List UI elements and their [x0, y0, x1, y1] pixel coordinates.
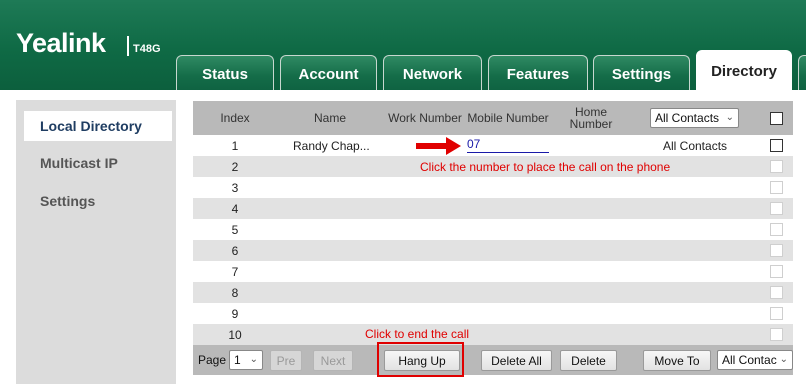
tab-network-label: Network	[402, 65, 463, 83]
move-to-select-value: All Contac	[722, 353, 777, 367]
tab-status[interactable]: Status	[176, 55, 274, 90]
table-row: 6	[193, 240, 793, 261]
mobile-number-text[interactable]: 07	[467, 137, 480, 151]
tab-features[interactable]: Features	[488, 55, 588, 90]
page-select-value: 1	[234, 353, 241, 367]
tab-overflow[interactable]	[798, 55, 806, 90]
row-checkbox[interactable]	[770, 244, 783, 257]
row-checkbox[interactable]	[770, 160, 783, 173]
table-row: 9	[193, 303, 793, 324]
chevron-down-icon: ⌄	[249, 354, 258, 365]
row-index: 5	[231, 222, 239, 237]
row-index: 2	[231, 159, 239, 174]
prev-page-button[interactable]: Pre	[270, 350, 302, 371]
row-checkbox[interactable]	[770, 181, 783, 194]
row-index: 6	[231, 243, 239, 258]
table-row: 3	[193, 177, 793, 198]
row-checkbox[interactable]	[770, 328, 783, 341]
col-work-number: Work Number	[388, 111, 462, 125]
top-header: Yealink T48G Status Account Network Feat…	[0, 0, 806, 90]
row-index: 1	[231, 138, 239, 153]
group-filter-value: All Contacts	[655, 111, 720, 125]
mobile-number-link[interactable]: 07	[467, 135, 549, 153]
move-to-button[interactable]: Move To	[643, 350, 711, 371]
tab-directory-label: Directory	[711, 62, 777, 80]
next-page-button[interactable]: Next	[313, 350, 353, 371]
table-row[interactable]: 1 Randy Chap... 07 All Contacts	[193, 135, 793, 156]
table-row: 7	[193, 261, 793, 282]
table-header: Index Name Work Number Mobile Number Hom…	[193, 101, 793, 135]
row-index: 7	[231, 264, 239, 279]
row-index: 3	[231, 180, 239, 195]
row-index: 8	[231, 285, 239, 300]
row-name: Randy Chap...	[293, 138, 370, 153]
col-index: Index	[220, 111, 250, 125]
col-name: Name	[313, 111, 346, 125]
row-checkbox[interactable]	[770, 265, 783, 278]
brand-logo: Yealink	[16, 28, 106, 58]
row-checkbox[interactable]	[770, 286, 783, 299]
row-checkbox[interactable]	[770, 307, 783, 320]
delete-button[interactable]: Delete	[560, 350, 617, 371]
row-checkbox[interactable]	[770, 139, 783, 152]
red-arrow-icon	[416, 137, 461, 155]
sidebar-item-settings[interactable]: Settings	[16, 186, 176, 216]
tab-status-label: Status	[202, 65, 248, 83]
sidebar-item-multicast-ip[interactable]: Multicast IP	[16, 148, 176, 178]
table-row: 5	[193, 219, 793, 240]
call-hint-annotation: Click the number to place the call on th…	[420, 160, 671, 174]
hang-up-highlight-box	[377, 342, 464, 377]
delete-all-button[interactable]: Delete All	[481, 350, 552, 371]
col-home-number: Home Number	[569, 105, 613, 131]
chevron-down-icon: ⌄	[779, 354, 788, 365]
tab-directory[interactable]: Directory	[696, 50, 792, 90]
tab-settings-label: Settings	[611, 65, 672, 83]
row-index: 9	[231, 306, 239, 321]
tab-settings[interactable]: Settings	[593, 55, 690, 90]
row-index: 4	[231, 201, 239, 216]
page-label: Page	[198, 353, 227, 367]
table-row: 8	[193, 282, 793, 303]
tab-network[interactable]: Network	[383, 55, 482, 90]
row-index: 10	[228, 327, 242, 342]
group-filter-select[interactable]: All Contacts ⌄	[650, 108, 739, 128]
move-to-select[interactable]: All Contac ⌄	[717, 350, 793, 370]
page-select[interactable]: 1 ⌄	[229, 350, 263, 370]
table-footer: Page 1 ⌄ Pre Next Hang Up Delete All Del…	[193, 345, 793, 375]
table-row: 4	[193, 198, 793, 219]
end-call-annotation: Click to end the call	[365, 327, 470, 341]
sidebar: Local Directory Multicast IP Settings	[16, 100, 176, 384]
col-mobile-number: Mobile Number	[467, 111, 549, 125]
select-all-checkbox[interactable]	[770, 112, 783, 125]
row-checkbox[interactable]	[770, 223, 783, 236]
row-checkbox[interactable]	[770, 202, 783, 215]
row-group: All Contacts	[663, 138, 728, 153]
tab-features-label: Features	[506, 65, 570, 83]
contacts-table: Index Name Work Number Mobile Number Hom…	[193, 101, 793, 375]
table-row: 10	[193, 324, 793, 345]
sidebar-item-local-directory[interactable]: Local Directory	[24, 111, 172, 141]
model-label: T48G	[133, 43, 161, 55]
tab-account[interactable]: Account	[280, 55, 377, 90]
tab-account-label: Account	[298, 65, 359, 83]
chevron-down-icon: ⌄	[725, 112, 734, 123]
brand-divider	[127, 36, 129, 56]
